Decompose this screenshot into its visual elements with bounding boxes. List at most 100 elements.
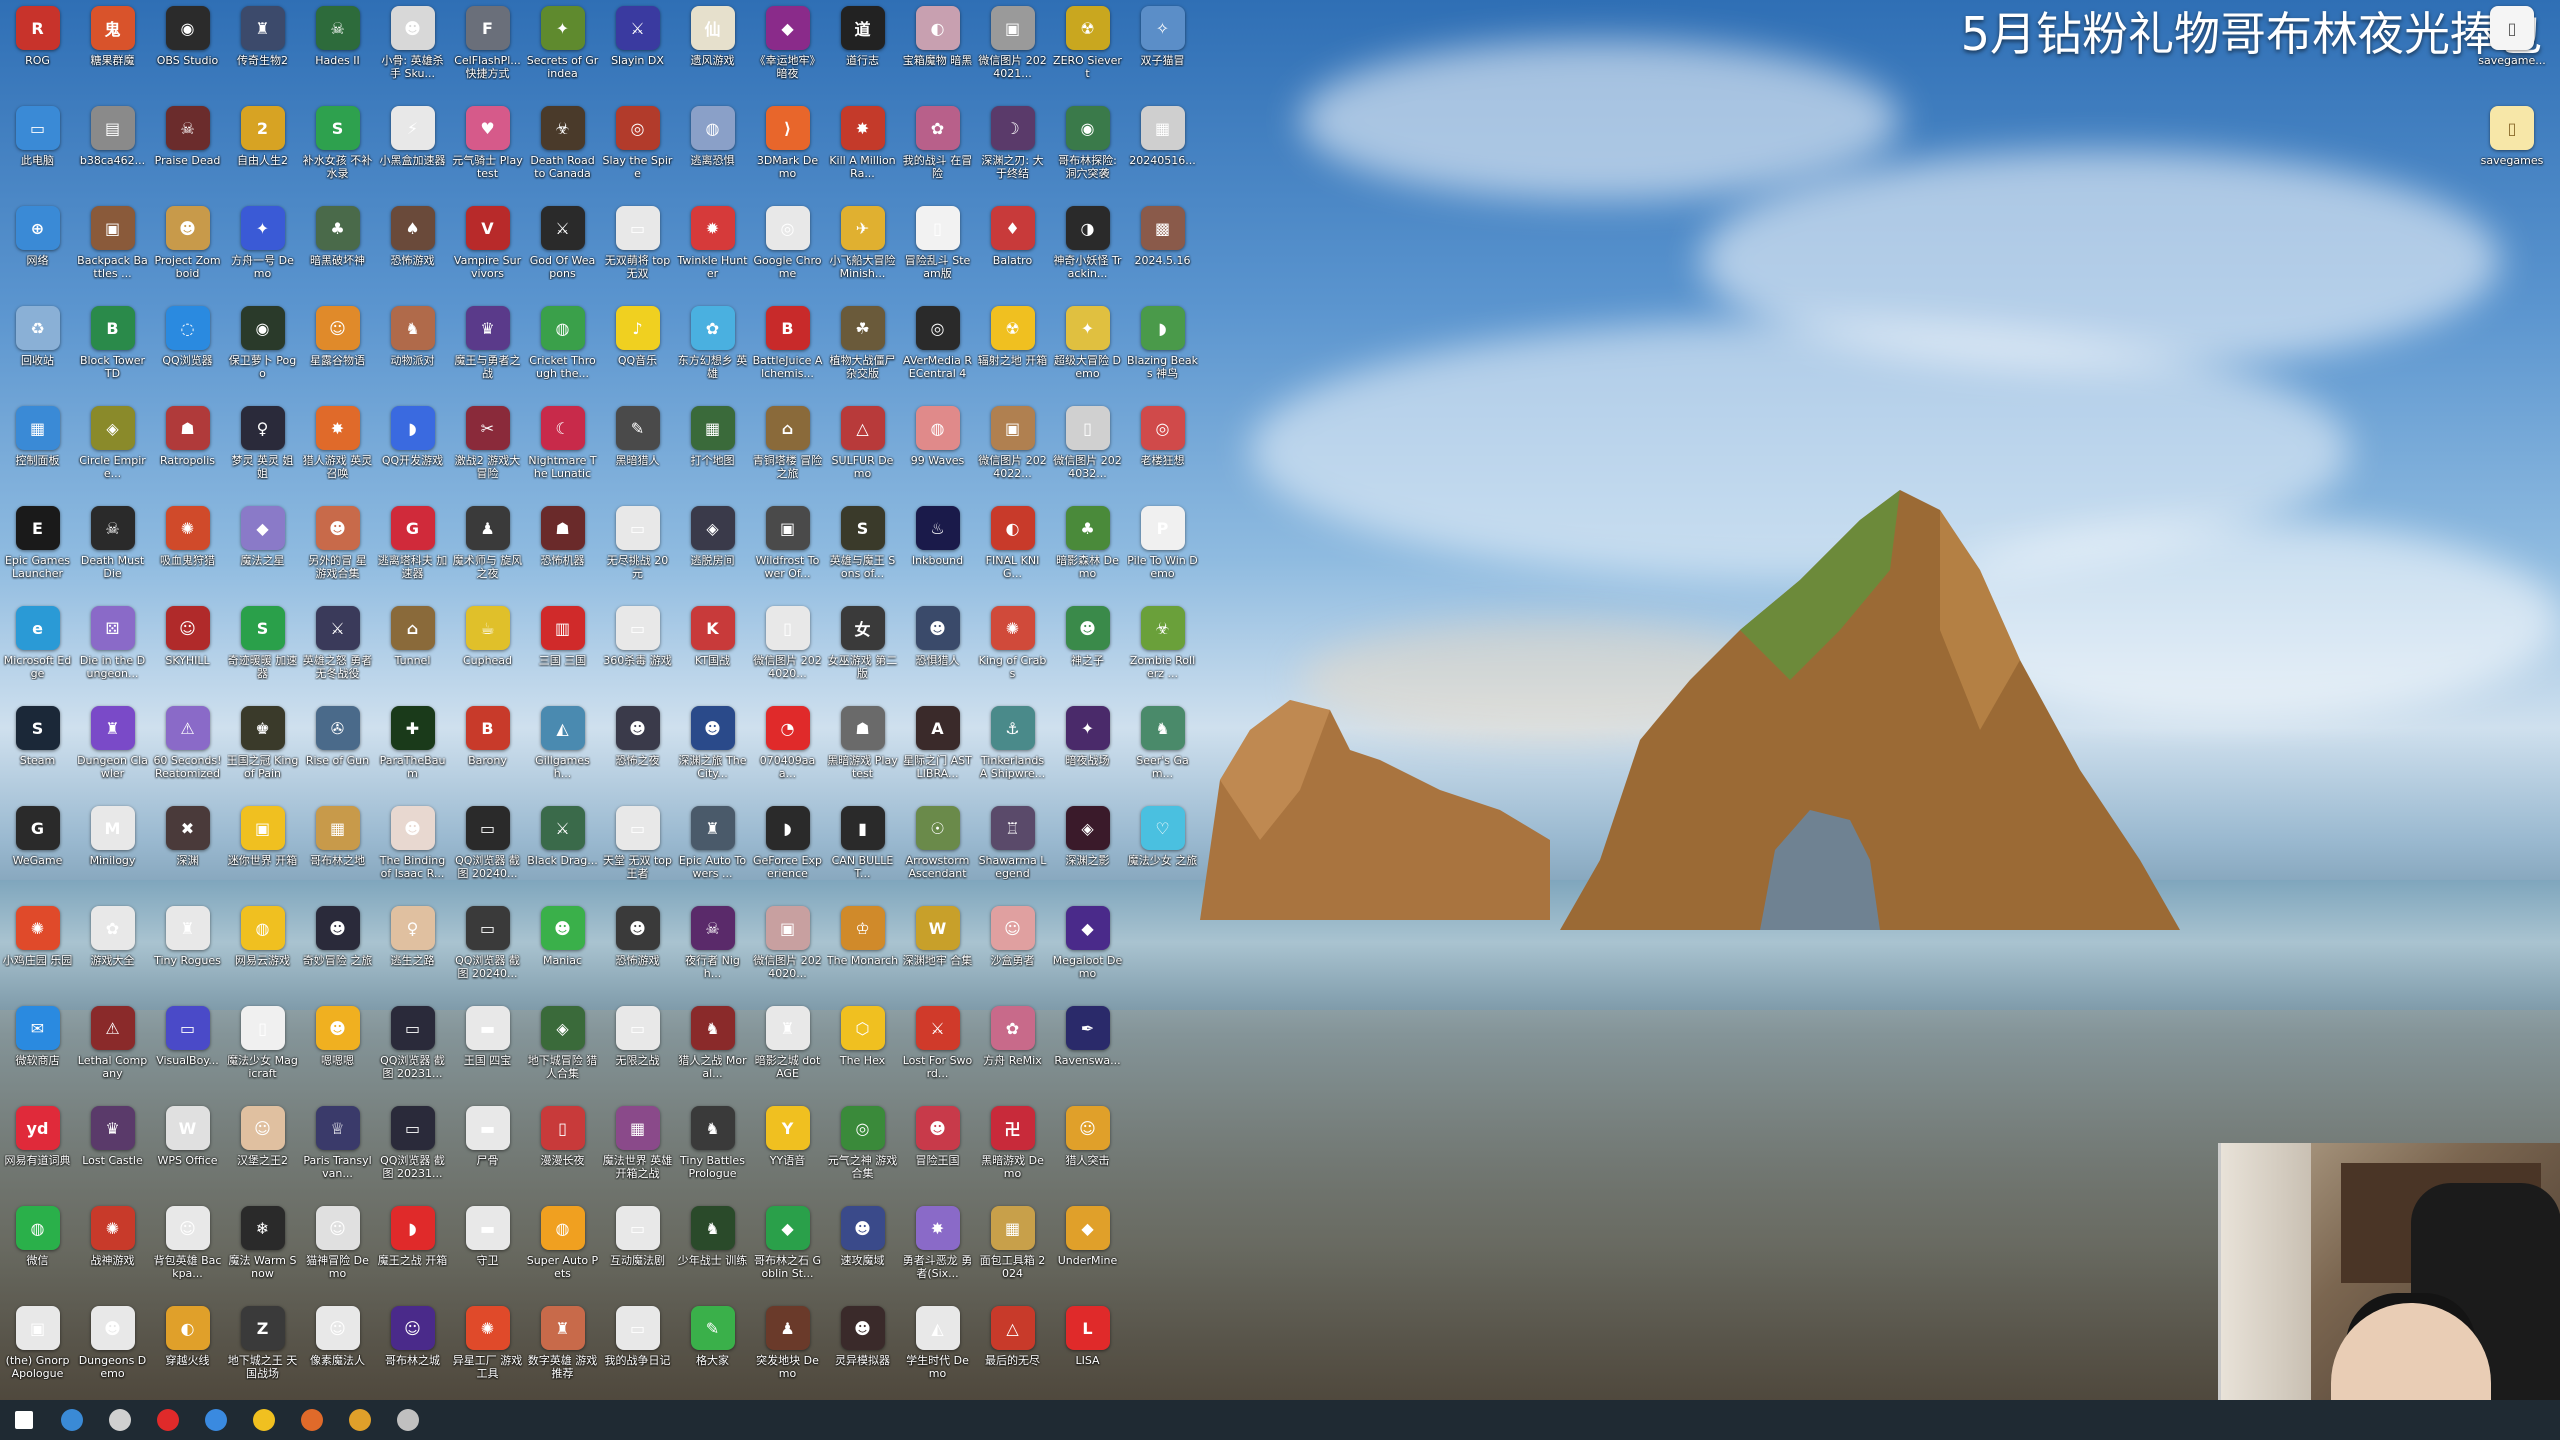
desktop-icon[interactable]: ☻ 灵异模拟器 (825, 1300, 900, 1400)
desktop-icon[interactable]: ✹ Twinkle Hunter (675, 200, 750, 300)
desktop-icon[interactable]: ◈ 地下城冒险 猎人合集 (525, 1000, 600, 1100)
desktop-icon[interactable]: ☺ 猫神冒险 Demo (300, 1200, 375, 1300)
taskbar-app-button[interactable] (288, 1400, 336, 1440)
desktop-icon[interactable]: ◈ 深渊之影 (1050, 800, 1125, 900)
desktop-icon[interactable]: ♜ 传奇生物2 (225, 0, 300, 100)
desktop-icon[interactable]: ✦ 暗夜战场 (1050, 700, 1125, 800)
desktop-icon[interactable]: ◎ 老楼狂想 (1125, 400, 1200, 500)
desktop-icon[interactable]: ◍ 微信 (0, 1200, 75, 1300)
desktop-icon[interactable]: S Steam (0, 700, 75, 800)
desktop-icon[interactable]: ▮ CAN BULLET... (825, 800, 900, 900)
desktop-icon[interactable]: ✉ 微软商店 (0, 1000, 75, 1100)
desktop-icon[interactable]: F CelFlashPl...快捷方式 (450, 0, 525, 100)
desktop-icon[interactable]: ◆ Megaloot Demo (1050, 900, 1125, 1000)
desktop-icon[interactable]: ♠ 恐怖游戏 (375, 200, 450, 300)
desktop-icon[interactable]: ◉ 哥布林探险: 洞穴突袭 (1050, 100, 1125, 200)
desktop-icon[interactable]: ✧ 双子猫冒 (1125, 0, 1200, 100)
desktop-icon[interactable]: ☠ 夜行者 Nigh... (675, 900, 750, 1000)
desktop-icon[interactable]: ☻ Dungeons Demo (75, 1300, 150, 1400)
desktop-icon[interactable]: ✎ 黑暗猎人 (600, 400, 675, 500)
taskbar-app-button[interactable] (384, 1400, 432, 1440)
desktop-icon[interactable]: ✺ 战神游戏 (75, 1200, 150, 1300)
desktop-icon[interactable]: ▭ 无尽挑战 20元 (600, 500, 675, 600)
desktop-icon[interactable]: ♣ 暗黑破坏神 (300, 200, 375, 300)
desktop-icon[interactable]: 女女巫游戏 第二版 (825, 600, 900, 700)
desktop-icon[interactable]: ▤ b38ca462... (75, 100, 150, 200)
desktop-icon[interactable]: ▣ Wildfrost Tower Of... (750, 500, 825, 600)
desktop-icon[interactable]: ☺ 星露谷物语 (300, 300, 375, 400)
desktop-icon[interactable]: ☻ 恐惧猎人 (900, 600, 975, 700)
desktop-icon[interactable]: ▭ QQ浏览器 截图 20240... (450, 800, 525, 900)
desktop-icon[interactable]: Z 地下城之王 天国战场 (225, 1300, 300, 1400)
desktop-icon[interactable]: ☻ 冒险王国 (900, 1100, 975, 1200)
desktop-icon[interactable]: ▦ 魔法世界 英雄 开箱之战 (600, 1100, 675, 1200)
desktop-icon[interactable]: ✦ 方舟一号 Demo (225, 200, 300, 300)
desktop-icon[interactable]: △ 最后的无尽 (975, 1300, 1050, 1400)
desktop-icon[interactable]: ⚠ 60 Seconds! Reatomized (150, 700, 225, 800)
desktop-icon[interactable]: ✇ Rise of Gun (300, 700, 375, 800)
desktop-icon[interactable]: ◐ 穿越火线 (150, 1300, 225, 1400)
desktop-icon[interactable]: A 星际之门 ASTLIBRA... (900, 700, 975, 800)
desktop-icon[interactable]: ▭ 互动魔法剧 (600, 1200, 675, 1300)
desktop-icon[interactable]: ✺ 异星工厂 游戏 工具 (450, 1300, 525, 1400)
desktop-icon[interactable]: ▭ QQ浏览器 截图 20240... (450, 900, 525, 1000)
desktop-icon[interactable]: ♟ 魔术师与 旋风之夜 (450, 500, 525, 600)
desktop-icon[interactable]: V Vampire Survivors (450, 200, 525, 300)
desktop-icon[interactable]: ▯ 冒险乱斗 Steam版 (900, 200, 975, 300)
desktop-icon[interactable]: ☻ 恐怖游戏 (600, 900, 675, 1000)
desktop-icon[interactable]: ♡ 魔法少女 之旅 (1125, 800, 1200, 900)
desktop-icon[interactable]: ♀ 梦灵 英灵 姐姐 (225, 400, 300, 500)
desktop-icon[interactable]: ☺ SKYHILL (150, 600, 225, 700)
desktop-icon[interactable]: ◍ Cricket Through the... (525, 300, 600, 400)
desktop-icon[interactable]: ☻ 深渊之旅 The City... (675, 700, 750, 800)
desktop-icon[interactable]: ▭ 天堂 无双 top 王者 (600, 800, 675, 900)
desktop-icon[interactable]: ✸ Kill A Million Ra... (825, 100, 900, 200)
desktop-icon[interactable]: ◭ Gillgamesh... (525, 700, 600, 800)
desktop-icon[interactable]: ◐ FINAL KNIG... (975, 500, 1050, 600)
desktop-icon[interactable]: ⚔ Black Drag... (525, 800, 600, 900)
desktop-icon[interactable]: ♚ 王国之冠 King of Pain (225, 700, 300, 800)
desktop-icon[interactable]: ☣ Death Road to Canada (525, 100, 600, 200)
desktop-icon[interactable]: ✒ Ravenswa... (1050, 1000, 1125, 1100)
desktop-icon[interactable]: ✺ King of Crabs (975, 600, 1050, 700)
desktop-icon[interactable]: ♜ 暗影之城 dotAGE (750, 1000, 825, 1100)
desktop-icon[interactable]: B Block Tower TD (75, 300, 150, 400)
desktop-icon[interactable]: 仙遗风游戏 (675, 0, 750, 100)
desktop-icon[interactable]: ◍ Super Auto Pets (525, 1200, 600, 1300)
desktop-icon[interactable]: ☻ 嗯嗯嗯 (300, 1000, 375, 1100)
desktop-icon-savegame-2[interactable]: ▯ savegames (2472, 106, 2552, 167)
desktop-icon[interactable]: e Microsoft Edge (0, 600, 75, 700)
desktop-icon[interactable]: ▯ 微信图片 2024032... (1050, 400, 1125, 500)
desktop-icon[interactable]: ☺ 哥布林之城 (375, 1300, 450, 1400)
desktop-icon[interactable]: ☢ ZERO Sievert (1050, 0, 1125, 100)
desktop-icon[interactable]: ☺ 汉堡之王2 (225, 1100, 300, 1200)
desktop-icon[interactable]: ⚔ Lost For Sword... (900, 1000, 975, 1100)
desktop-icon[interactable]: ◐ 宝箱魔物 暗黑 (900, 0, 975, 100)
desktop-icon[interactable]: ♦ Balatro (975, 200, 1050, 300)
desktop-icon[interactable]: ◌ QQ浏览器 (150, 300, 225, 400)
desktop-icon[interactable]: M Minilogy (75, 800, 150, 900)
desktop-icon[interactable]: ◆ 哥布林之石 Goblin St... (750, 1200, 825, 1300)
desktop-icon[interactable]: G WeGame (0, 800, 75, 900)
desktop-icon[interactable]: ✸ 猎人游戏 英灵召唤 (300, 400, 375, 500)
desktop-icon[interactable]: ☾ Nightmare The Lunatic (525, 400, 600, 500)
desktop-icon[interactable]: ◉ 保卫萝卜 Pogo (225, 300, 300, 400)
desktop-icon[interactable]: ⟩ 3DMark Demo (750, 100, 825, 200)
start-button[interactable] (0, 1400, 48, 1440)
desktop-icon[interactable]: ✦ Secrets of Grindea (525, 0, 600, 100)
desktop-icon[interactable]: ◍ 网易云游戏 (225, 900, 300, 1000)
desktop-icon[interactable]: ▭ VisualBoy... (150, 1000, 225, 1100)
desktop-icon[interactable]: ⚠ Lethal Company (75, 1000, 150, 1100)
desktop-icon[interactable]: ♞ 动物派对 (375, 300, 450, 400)
desktop-icon[interactable]: ⌂ Tunnel (375, 600, 450, 700)
desktop-icon[interactable]: ☻ 恐怖之夜 (600, 700, 675, 800)
desktop-icon[interactable]: ▭ 360杀毒 游戏 (600, 600, 675, 700)
desktop-icon[interactable]: 道道行志 (825, 0, 900, 100)
desktop-icon[interactable]: ✚ ParaTheBaum (375, 700, 450, 800)
desktop-icon[interactable]: ▩ 2024.5.16 (1125, 200, 1200, 300)
desktop-icon[interactable]: ♕ Paris Transylvan... (300, 1100, 375, 1200)
desktop-icon[interactable]: ✎ 格大家 (675, 1300, 750, 1400)
desktop-icon[interactable]: ☽ 深渊之刃: 大于终结 (975, 100, 1050, 200)
desktop-icon[interactable]: ⚡ 小黑盒加速器 (375, 100, 450, 200)
desktop-icon[interactable]: ☢ 辐射之地 开箱 (975, 300, 1050, 400)
